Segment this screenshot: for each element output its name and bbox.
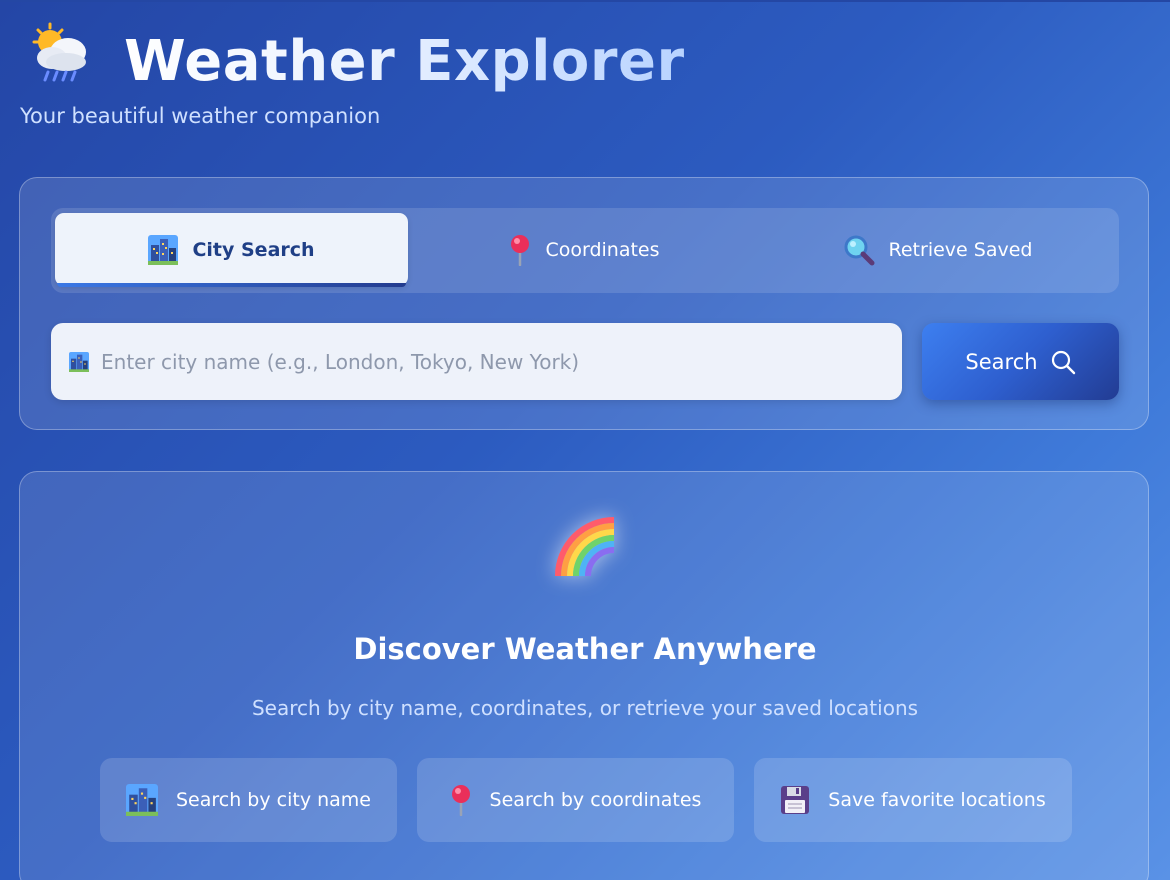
- feature-label: Search by city name: [175, 789, 371, 811]
- search-panel: City Search Coordinates Retrieve Saved E…: [19, 177, 1149, 430]
- sun-behind-rain-cloud-icon: [28, 22, 92, 86]
- tab-city-search[interactable]: City Search: [55, 213, 408, 287]
- app-title: Weather Explorer: [124, 29, 685, 94]
- search-button[interactable]: Search: [922, 323, 1119, 400]
- round-pushpin-icon: [450, 784, 472, 816]
- rainbow-icon: [552, 514, 622, 584]
- search-mode-tabs: City Search Coordinates Retrieve Saved: [51, 208, 1119, 293]
- tab-retrieve-saved[interactable]: Retrieve Saved: [761, 213, 1114, 286]
- search-icon: [1050, 349, 1076, 375]
- city-search-input[interactable]: [101, 323, 891, 400]
- magnifying-glass-icon: [843, 234, 875, 266]
- feature-label: Search by coordinates: [489, 789, 702, 811]
- app-subtitle: Your beautiful weather companion: [20, 104, 381, 128]
- welcome-subtitle: Search by city name, coordinates, or ret…: [251, 696, 919, 720]
- floppy-disk-icon: [780, 785, 810, 815]
- feature-search-by-coordinates: Search by coordinates: [417, 758, 734, 842]
- city-search-field: [51, 323, 902, 400]
- feature-label: Save favorite locations: [828, 789, 1046, 811]
- tab-coordinates[interactable]: Coordinates: [408, 213, 761, 286]
- cityscape-icon: [148, 234, 179, 265]
- tab-label: City Search: [192, 238, 315, 261]
- window-top-edge: [0, 0, 1170, 2]
- search-button-label: Search: [965, 349, 1038, 374]
- feature-search-by-city: Search by city name: [100, 758, 397, 842]
- feature-save-favorites: Save favorite locations: [754, 758, 1072, 842]
- welcome-card: Discover Weather Anywhere Search by city…: [19, 471, 1149, 880]
- cityscape-icon: [69, 352, 89, 372]
- welcome-title: Discover Weather Anywhere: [353, 632, 817, 666]
- cityscape-icon: [125, 784, 158, 816]
- tab-label: Coordinates: [545, 238, 660, 261]
- tab-label: Retrieve Saved: [888, 238, 1033, 261]
- round-pushpin-icon: [509, 234, 531, 266]
- app-header: Weather Explorer Your beautiful weather …: [20, 18, 920, 138]
